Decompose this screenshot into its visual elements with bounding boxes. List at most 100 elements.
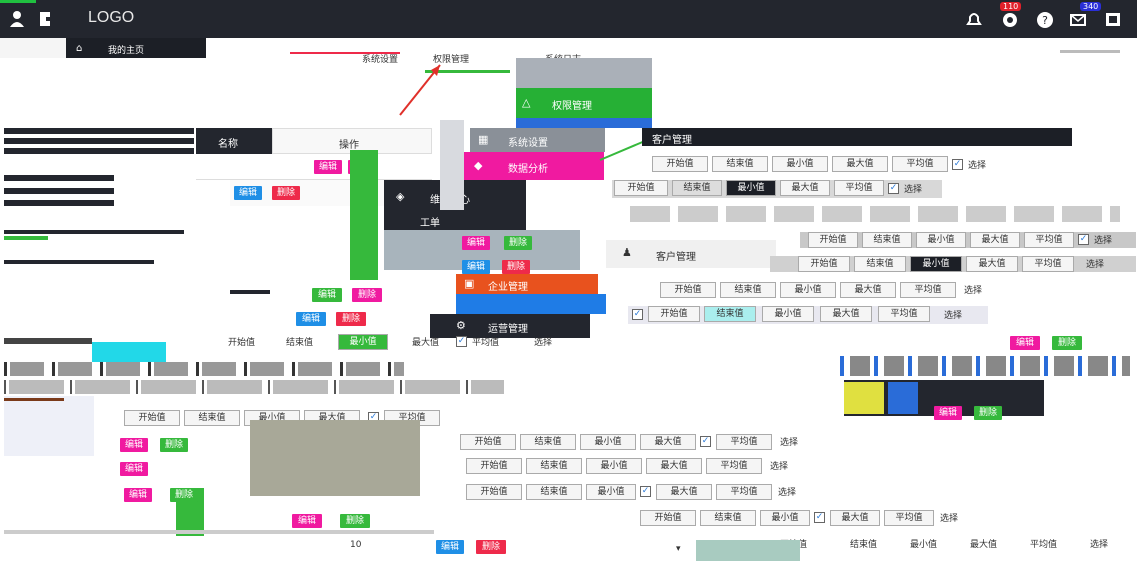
delete-button[interactable]: 删除 <box>476 540 506 554</box>
filter-row: ✓ 开始值 结束值 最小值 最大值 平均值 选择 <box>628 306 988 324</box>
left-strip-6 <box>4 200 114 206</box>
filter-row: 开始值 结束值 最小值 最大值 平均值 选择 <box>640 282 1000 298</box>
page-number[interactable]: 10 <box>350 540 361 550</box>
delete-button[interactable]: 删除 <box>352 288 382 302</box>
gear-icon: ⚙ <box>456 319 466 332</box>
user-icon: ♟ <box>622 246 632 259</box>
grey-block <box>250 420 420 496</box>
right-header-bar: 客户管理 <box>642 128 1072 146</box>
svg-text:?: ? <box>1042 14 1048 27</box>
filter-row-glitch <box>630 206 1120 222</box>
left-strip-5 <box>4 188 114 194</box>
cyan-block <box>92 342 166 364</box>
filter-row: 开始值 结束值 最小值 最大值 平均值 选择 <box>770 256 1136 272</box>
filter-row: 开始值 结束值 最小值 ✓ 最大值 平均值 选择 <box>640 510 990 526</box>
button-pair: 编辑 删除 <box>456 258 556 274</box>
edit-button[interactable]: 编辑 <box>120 462 148 476</box>
edit-button[interactable]: 编辑 <box>462 236 490 250</box>
edit-button[interactable]: 编辑 <box>296 312 326 326</box>
filter-row: 开始值 结束值 最小值 最大值 平均值 选择 <box>780 540 1109 550</box>
filter-row: 开始值 结束值 最小值 最大值 平均值 ✓ 选择 <box>800 232 1136 248</box>
edit-button[interactable]: 编辑 <box>934 406 962 420</box>
filter-row: 开始值 结束值 最小值 最大值 平均值 ✓ 选择 <box>612 180 942 198</box>
menu1-item1[interactable]: △ 权限管理 <box>516 88 652 118</box>
power-icon[interactable] <box>1000 9 1020 29</box>
topbar-accent <box>0 0 36 3</box>
nav-home-tab[interactable]: ⌂ 我的主页 <box>66 38 206 58</box>
home-label: 我的主页 <box>108 46 145 56</box>
chart-icon: ◆ <box>474 159 483 172</box>
edit-button[interactable]: 编辑 <box>436 540 464 554</box>
filter-row: 开始值 结束值 最小值 ✓ 最大值 平均值 选择 <box>466 484 826 500</box>
table-row: 编辑 删除 <box>196 156 432 180</box>
menu1-stripe <box>516 118 652 128</box>
edit-button[interactable]: 编辑 <box>120 438 148 452</box>
green-bar <box>350 150 378 280</box>
grid-icon: ▦ <box>478 133 489 146</box>
orange-menu-item[interactable]: ◆ 数据分析 <box>464 152 604 180</box>
dark-panel: 编辑 删除 <box>844 380 1044 420</box>
menu1-top <box>516 58 652 88</box>
nav-left <box>0 38 66 58</box>
delete-button[interactable]: 删除 <box>272 186 300 200</box>
left-strip-1 <box>4 128 194 134</box>
delete-button[interactable]: 删除 <box>974 406 1002 420</box>
edit-button[interactable]: 编辑 <box>312 288 342 302</box>
delete-button[interactable]: 删除 <box>1052 336 1082 350</box>
edit-button[interactable]: 编辑 <box>124 488 152 502</box>
strip <box>4 398 64 401</box>
left-strip-4 <box>4 175 114 181</box>
strip <box>4 230 184 234</box>
right-panel: ♟ 客户管理 <box>606 240 776 268</box>
edit-button[interactable]: 编辑 <box>314 160 342 174</box>
exit-icon[interactable] <box>38 9 58 29</box>
delete-button[interactable]: 删除 <box>160 438 188 452</box>
home-icon: ⌂ <box>76 43 83 54</box>
menu3-blue <box>456 294 606 314</box>
screen: LOGO 110 ? 340 ⌂ 我的主页 系统设置 权限管理 系统日志 <box>0 0 1137 561</box>
strip <box>4 338 92 344</box>
layers-icon: ◈ <box>396 190 405 203</box>
logo: LOGO <box>88 9 135 26</box>
yellow-block <box>844 382 884 414</box>
nav-right-dash <box>1060 50 1120 53</box>
delete-button[interactable]: 删除 <box>504 236 532 250</box>
glitch-row <box>4 362 404 376</box>
strip <box>230 290 270 294</box>
left-panel <box>4 396 94 456</box>
building-icon: ▣ <box>464 277 475 290</box>
glitch-row <box>4 380 504 394</box>
strip-green <box>4 236 48 240</box>
mail-icon[interactable] <box>1068 9 1088 29</box>
fullscreen-icon[interactable] <box>1103 9 1123 29</box>
edit-button[interactable]: 编辑 <box>292 514 322 528</box>
delete-button[interactable]: 删除 <box>170 488 198 502</box>
delete-button[interactable]: 删除 <box>340 514 370 528</box>
glitch-row <box>840 356 1130 376</box>
filter-row: 开始值 结束值 最小值 最大值 平均值 ✓ 选择 <box>652 156 992 174</box>
filter-row: 开始值 结束值 最小值 最大值 ✓ 平均值 选择 <box>460 434 830 450</box>
tab-underline <box>290 52 400 54</box>
left-strip-3 <box>4 148 194 154</box>
strip <box>4 530 434 534</box>
delete-button[interactable]: 删除 <box>336 312 366 326</box>
edit-button[interactable]: 编辑 <box>1010 336 1040 350</box>
scroll-strip[interactable] <box>440 120 464 210</box>
filter-row: 开始值 结束值 最小值 最大值 ✓ 平均值 选择 <box>228 334 553 350</box>
menu3-item1[interactable]: ▣ 企业管理 <box>456 274 598 294</box>
menu1-item2[interactable]: ▦ 系统设置 <box>470 128 605 152</box>
chevron-down-icon[interactable]: ▾ <box>676 544 681 554</box>
annotation-arrow <box>399 64 441 116</box>
user-icon[interactable] <box>8 9 28 29</box>
blue-block <box>888 382 918 414</box>
edit-button[interactable]: 编辑 <box>234 186 262 200</box>
notification-icon[interactable] <box>964 9 984 29</box>
shield-icon: △ <box>522 96 531 109</box>
table-col-name-header: 名称 <box>196 128 272 154</box>
delete-button[interactable]: 删除 <box>502 260 530 274</box>
bottom-block <box>696 540 800 561</box>
top-bar: LOGO 110 ? 340 <box>0 0 1137 38</box>
edit-button[interactable]: 编辑 <box>462 260 490 274</box>
help-icon[interactable]: ? <box>1035 9 1055 29</box>
strip <box>4 260 154 264</box>
